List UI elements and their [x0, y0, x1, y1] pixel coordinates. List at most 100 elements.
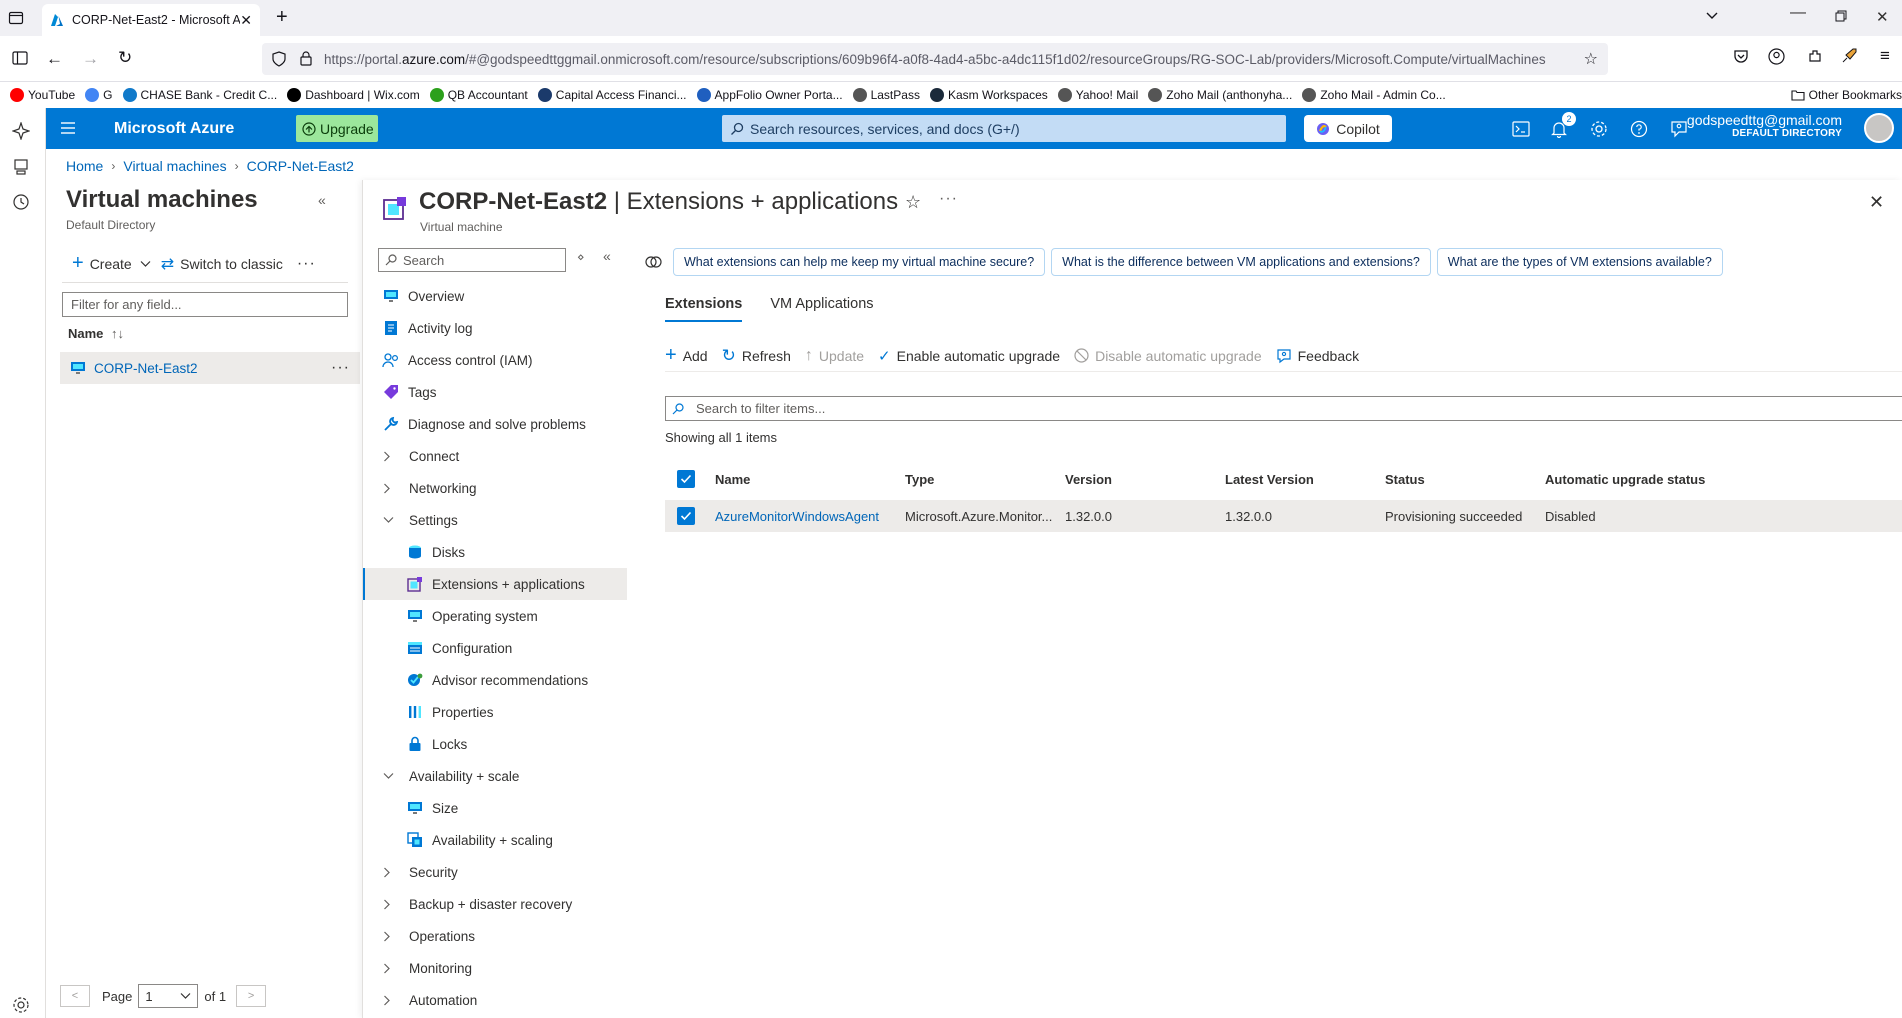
suggestion-chip-security[interactable]: What extensions can help me keep my virt…	[673, 248, 1046, 276]
nav-item-networking[interactable]: Networking	[363, 472, 627, 504]
account-info[interactable]: godspeedttg@gmail.com DEFAULT DIRECTORY	[1687, 112, 1842, 139]
menu-search-input[interactable]: Search	[378, 248, 566, 272]
column-header-name[interactable]: Name	[715, 466, 750, 492]
settings-gear-icon[interactable]	[12, 996, 30, 1014]
add-button[interactable]: + Add	[665, 344, 708, 367]
expand-collapse-icon[interactable]: ⋄	[577, 250, 585, 264]
column-header-latest-version[interactable]: Latest Version	[1225, 466, 1314, 492]
nav-item-settings[interactable]: Settings	[363, 504, 627, 536]
bookmark-item[interactable]: Zoho Mail (anthonyha...	[1148, 88, 1292, 102]
tab-list-icon[interactable]	[8, 10, 24, 26]
notifications-bell-icon[interactable]: 2	[1548, 112, 1576, 140]
vm-list-row-link[interactable]: CORP-Net-East2	[94, 361, 198, 376]
copilot-sparkle-icon[interactable]	[12, 122, 30, 140]
other-bookmarks[interactable]: Other Bookmarks	[1791, 88, 1902, 102]
nav-item-backup-disaster-recovery[interactable]: Backup + disaster recovery	[363, 888, 627, 920]
copilot-button[interactable]: Copilot	[1304, 115, 1392, 142]
restore-window-icon[interactable]	[1835, 10, 1847, 22]
nav-item-automation[interactable]: Automation	[363, 984, 627, 1016]
portal-menu-icon[interactable]	[60, 120, 76, 136]
select-all-checkbox[interactable]	[677, 466, 695, 492]
nav-item-availability-scale[interactable]: Availability + scale	[363, 760, 627, 792]
nav-item-activity-log[interactable]: Activity log	[363, 312, 627, 344]
column-header-auto-upgrade[interactable]: Automatic upgrade status	[1545, 466, 1705, 492]
bookmark-item[interactable]: LastPass	[852, 88, 920, 102]
reload-icon[interactable]: ↻	[118, 48, 132, 68]
nav-item-extensions-applications[interactable]: Extensions + applications	[363, 568, 627, 600]
back-icon[interactable]: ←	[46, 49, 63, 69]
refresh-button[interactable]: ↻ Refresh	[722, 346, 791, 366]
vm-filter-input[interactable]: Filter for any field...	[62, 292, 348, 317]
previous-page-button[interactable]: <	[60, 985, 90, 1007]
nav-item-operating-system[interactable]: Operating system	[363, 600, 627, 632]
app-menu-icon[interactable]: ≡	[1880, 46, 1890, 66]
switch-to-classic-button[interactable]: ⇄ Switch to classic	[161, 254, 283, 274]
filter-items-input[interactable]: Search to filter items...	[665, 396, 1902, 421]
account-icon[interactable]	[1768, 48, 1785, 65]
nav-item-configuration[interactable]: Configuration	[363, 632, 627, 664]
create-button[interactable]: + Create	[72, 252, 151, 275]
collapse-menu-icon[interactable]: «	[603, 248, 611, 264]
nav-item-advisor-recommendations[interactable]: Advisor recommendations	[363, 664, 627, 696]
nav-item-disks[interactable]: Disks	[363, 536, 627, 568]
extension-name-link[interactable]: AzureMonitorWindowsAgent	[715, 500, 879, 532]
update-button[interactable]: ↑ Update	[805, 347, 864, 365]
table-row[interactable]: AzureMonitorWindowsAgent Microsoft.Azure…	[665, 500, 1902, 532]
nav-item-connect[interactable]: Connect	[363, 440, 627, 472]
portal-settings-gear-icon[interactable]	[1588, 118, 1610, 140]
collapse-pane-icon[interactable]: «	[318, 192, 326, 208]
cloud-shell-icon[interactable]	[1510, 118, 1532, 140]
next-page-button[interactable]: >	[236, 985, 267, 1007]
column-header-name[interactable]: Name ↑↓	[68, 326, 124, 341]
bookmark-item[interactable]: Yahoo! Mail	[1057, 88, 1138, 102]
bookmark-item[interactable]: YouTube	[10, 88, 75, 102]
minimize-window-icon[interactable]: —	[1790, 4, 1806, 22]
nav-item-monitoring[interactable]: Monitoring	[363, 952, 627, 984]
tab-extensions[interactable]: Extensions	[665, 296, 743, 322]
recent-clock-icon[interactable]	[12, 193, 30, 211]
bookmark-item[interactable]: QB Accountant	[429, 88, 528, 102]
bookmark-item[interactable]: Dashboard | Wix.com	[287, 88, 420, 102]
vm-list-row[interactable]: CORP-Net-East2 ···	[60, 352, 360, 384]
disable-automatic-upgrade-button[interactable]: Disable automatic upgrade	[1074, 348, 1262, 364]
nav-item-security[interactable]: Security	[363, 856, 627, 888]
enable-automatic-upgrade-button[interactable]: ✓ Enable automatic upgrade	[878, 347, 1060, 365]
feedback-button[interactable]: Feedback	[1276, 348, 1359, 364]
sidebar-toggle-icon[interactable]	[12, 51, 28, 65]
nav-item-access-control-iam[interactable]: Access control (IAM)	[363, 344, 627, 376]
suggestion-chip-difference[interactable]: What is the difference between VM applic…	[1051, 248, 1431, 276]
pocket-icon[interactable]	[1733, 48, 1749, 64]
tab-vm-applications[interactable]: VM Applications	[770, 296, 873, 322]
page-select[interactable]: 1	[138, 984, 199, 1008]
extension-rocket-icon[interactable]	[1840, 47, 1858, 65]
row-more-options-icon[interactable]: ···	[331, 359, 350, 377]
extensions-icon[interactable]	[1807, 48, 1823, 64]
all-resources-icon[interactable]	[12, 158, 30, 176]
bookmark-item[interactable]: Capital Access Financi...	[537, 88, 687, 102]
bookmark-star-icon[interactable]: ☆	[1579, 49, 1598, 69]
lock-icon[interactable]	[300, 51, 312, 66]
bookmark-item[interactable]: Kasm Workspaces	[929, 88, 1048, 102]
column-header-version[interactable]: Version	[1065, 466, 1112, 492]
browser-tab-active[interactable]: CORP-Net-East2 - Microsoft Azure ✕	[42, 4, 260, 36]
more-options-icon[interactable]: ···	[297, 255, 316, 273]
forward-icon[interactable]: →	[82, 49, 99, 69]
upgrade-button[interactable]: Upgrade	[296, 115, 378, 142]
global-search-input[interactable]: Search resources, services, and docs (G+…	[722, 115, 1286, 142]
row-checkbox[interactable]	[677, 500, 695, 532]
bookmark-item[interactable]: Zoho Mail - Admin Co...	[1302, 88, 1446, 102]
bookmark-item[interactable]: CHASE Bank - Credit C...	[122, 88, 277, 102]
avatar[interactable]	[1864, 113, 1894, 143]
close-tab-icon[interactable]: ✕	[240, 12, 252, 29]
nav-item-size[interactable]: Size	[363, 792, 627, 824]
close-window-icon[interactable]: ✕	[1876, 8, 1889, 26]
nav-item-tags[interactable]: Tags	[363, 376, 627, 408]
nav-item-availability-scaling[interactable]: Availability + scaling	[363, 824, 627, 856]
new-tab-icon[interactable]: +	[276, 6, 288, 29]
breadcrumb-virtual-machines[interactable]: Virtual machines	[123, 158, 226, 174]
bookmark-item[interactable]: G	[85, 88, 113, 102]
bookmark-item[interactable]: AppFolio Owner Porta...	[696, 88, 843, 102]
address-bar[interactable]: https://portal. azure.com/#@godspeedttggm…	[262, 43, 1608, 75]
breadcrumb-home[interactable]: Home	[66, 158, 103, 174]
nav-item-overview[interactable]: Overview	[363, 280, 627, 312]
